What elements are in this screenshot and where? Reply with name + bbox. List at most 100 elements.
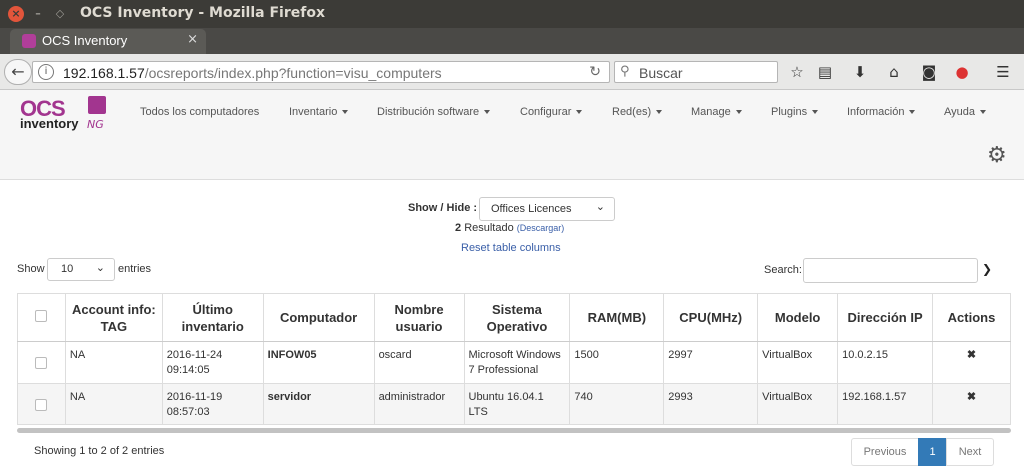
show-hide-select[interactable]: Offices Licences ⌄	[479, 197, 615, 221]
row-checkbox[interactable]	[35, 399, 48, 411]
downloads-icon[interactable]: ⬇	[850, 62, 870, 82]
cell-actions: ✖	[932, 383, 1011, 425]
browser-search-bar[interactable]: ⚲ Buscar	[614, 61, 778, 83]
logo-text-bottom: inventory	[20, 116, 79, 131]
extension-icon[interactable]: ●	[952, 62, 972, 82]
url-bar[interactable]: i 192.168.1.57/ocsreports/index.php?func…	[32, 61, 610, 83]
col-header-user[interactable]: Nombre usuario	[374, 293, 465, 342]
nav-item-redes[interactable]: Red(es)	[612, 106, 663, 118]
reset-columns-link[interactable]: Reset table columns	[461, 242, 561, 254]
app-header: OCS inventory NG Todos los computadores …	[0, 90, 1024, 180]
col-header-ram[interactable]: RAM(MB)	[569, 293, 665, 342]
col-header-ip[interactable]: Dirección IP	[837, 293, 934, 342]
caret-down-icon	[656, 110, 663, 115]
page-info-icon[interactable]: i	[38, 64, 54, 80]
entries-value: 10	[61, 263, 74, 275]
col-header-cpu[interactable]: CPU(MHz)	[663, 293, 759, 342]
result-number: 2	[455, 222, 462, 234]
nav-label: Manage	[691, 106, 731, 118]
gear-icon[interactable]: ⚙	[987, 143, 1007, 168]
nav-item-configurar[interactable]: Configurar	[520, 106, 583, 118]
cell-user: administrador	[374, 383, 465, 425]
nav-label: Todos los computadores	[140, 106, 260, 118]
delete-icon[interactable]: ✖	[967, 349, 976, 361]
tab-title: OCS Inventory	[42, 33, 128, 48]
hamburger-menu-icon[interactable]: ☰	[993, 62, 1013, 82]
caret-down-icon	[909, 110, 916, 115]
computers-table: Account info: TAG Último inventario Comp…	[17, 293, 1011, 425]
nav-item-distribucion[interactable]: Distribución software	[377, 106, 491, 118]
caret-down-icon	[484, 110, 491, 115]
reload-icon[interactable]: ↻	[589, 64, 601, 80]
browser-search-placeholder: Buscar	[639, 65, 683, 81]
logo-text-ng: NG	[87, 118, 104, 131]
previous-button[interactable]: Previous	[851, 438, 919, 466]
cell-computer-link[interactable]: servidor	[263, 383, 375, 425]
cell-ip: 192.168.1.57	[837, 383, 934, 425]
magnifier-icon: ⚲	[620, 64, 630, 79]
next-button[interactable]: Next	[946, 438, 994, 466]
download-link[interactable]: (Descargar)	[517, 223, 565, 233]
table-header-row: Account info: TAG Último inventario Comp…	[17, 293, 1011, 342]
window-close-icon[interactable]: ×	[8, 6, 24, 22]
show-hide-label: Show / Hide :	[408, 202, 478, 214]
cell-tag: NA	[65, 383, 163, 425]
window-maximize-icon[interactable]: ◇	[52, 6, 68, 22]
col-header-computer[interactable]: Computador	[263, 293, 375, 342]
nav-item-ayuda[interactable]: Ayuda	[944, 106, 986, 118]
col-header-tag[interactable]: Account info: TAG	[65, 293, 163, 342]
nav-item-plugins[interactable]: Plugins	[771, 106, 819, 118]
caret-down-icon	[576, 110, 583, 115]
select-all-checkbox[interactable]	[35, 310, 48, 322]
cell-ip: 10.0.2.15	[837, 341, 934, 384]
select-all-header[interactable]	[17, 293, 66, 342]
pocket-icon[interactable]: ◙	[919, 62, 939, 82]
chevron-down-icon: ⌄	[95, 262, 105, 274]
url-path: /ocsreports/index.php?function=visu_comp…	[144, 65, 442, 81]
nav-item-todos[interactable]: Todos los computadores	[140, 106, 259, 118]
table-row: NA 2016-11-24 09:14:05 INFOW05 oscard Mic…	[17, 341, 1011, 384]
home-icon[interactable]: ⌂	[884, 62, 904, 82]
browser-tabbar: OCS Inventory × +	[0, 28, 1024, 81]
delete-icon[interactable]: ✖	[967, 391, 976, 403]
search-label: Search:	[764, 264, 802, 276]
browser-navbar: ← i 192.168.1.57/ocsreports/index.php?fu…	[0, 54, 1024, 90]
logo-box-icon	[88, 96, 106, 114]
entries-select[interactable]: 10 ⌄	[47, 258, 115, 281]
back-arrow-icon[interactable]: ←	[4, 59, 32, 85]
window-minimize-icon[interactable]: –	[30, 6, 46, 22]
nav-label: Red(es)	[612, 106, 652, 118]
horizontal-scrollbar[interactable]	[17, 428, 1011, 433]
row-checkbox[interactable]	[35, 357, 48, 369]
bookmark-star-icon[interactable]: ☆	[787, 62, 807, 82]
col-header-actions: Actions	[932, 293, 1011, 342]
toggle-chevron-icon[interactable]: ❯	[982, 262, 992, 276]
cell-computer-link[interactable]: INFOW05	[263, 341, 375, 384]
cell-os-line2: 7 Professional	[468, 364, 539, 376]
cell-os: Microsoft Windows 7 Professional	[464, 341, 571, 384]
ocs-logo[interactable]: OCS inventory NG	[18, 96, 113, 134]
nav-item-manage[interactable]: Manage	[691, 106, 742, 118]
col-header-last-inventory[interactable]: Último inventario	[162, 293, 264, 342]
browser-tab[interactable]: OCS Inventory ×	[10, 29, 206, 54]
search-input[interactable]	[803, 258, 978, 283]
col-header-model[interactable]: Modelo	[757, 293, 839, 342]
nav-item-informacion[interactable]: Información	[847, 106, 916, 118]
cell-date: 2016-11-24	[166, 349, 223, 361]
ocs-favicon-icon	[22, 34, 36, 48]
cell-user: oscard	[374, 341, 465, 384]
nav-label: Configurar	[520, 106, 572, 118]
table-info: Showing 1 to 2 of 2 entries	[34, 445, 165, 457]
window-title: OCS Inventory - Mozilla Firefox	[80, 5, 325, 21]
col-header-os[interactable]: Sistema Operativo	[464, 293, 571, 342]
nav-item-inventario[interactable]: Inventario	[289, 106, 349, 118]
tab-close-icon[interactable]: ×	[187, 32, 198, 47]
show-hide-value: Offices Licences	[491, 203, 572, 215]
page-1-button[interactable]: 1	[918, 438, 947, 466]
cell-date: 2016-11-19	[166, 391, 223, 403]
row-select-cell	[17, 341, 66, 384]
cell-time: 09:14:05	[166, 364, 210, 376]
reading-list-icon[interactable]: ▤	[815, 62, 835, 82]
entries-label: entries	[118, 263, 152, 275]
cell-ram: 740	[569, 383, 665, 425]
